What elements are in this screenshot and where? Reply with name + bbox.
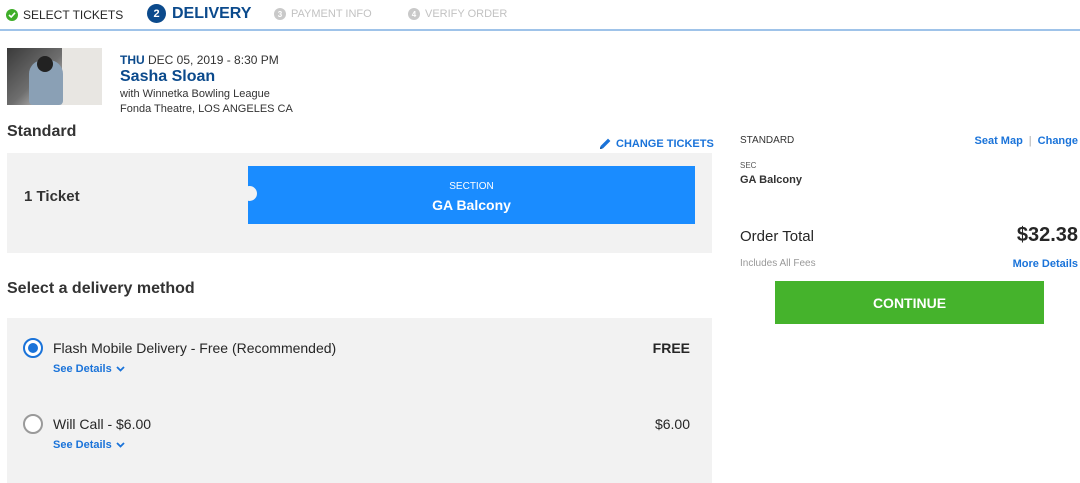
fees-note: Includes All Fees — [740, 258, 816, 269]
ticket-type-heading: Standard — [7, 123, 77, 140]
pencil-icon — [600, 138, 611, 149]
chevron-down-icon — [116, 366, 125, 372]
image-figure-head — [37, 56, 53, 72]
more-details-link[interactable]: More Details — [1013, 258, 1078, 270]
event-date: THU DEC 05, 2019 - 8:30 PM — [120, 53, 279, 67]
step-label: SELECT TICKETS — [23, 8, 124, 22]
step-number: 4 — [408, 8, 420, 20]
delivery-option-label: Flash Mobile Delivery - Free (Recommende… — [53, 340, 337, 356]
delivery-option-price: $6.00 — [654, 416, 690, 432]
checkout-stepper: SELECT TICKETS 2 DELIVERY 3 PAYMENT INFO… — [0, 0, 1080, 31]
step-number: 2 — [147, 4, 166, 23]
delivery-option-label: Will Call - $6.00 — [53, 416, 152, 432]
event-image — [7, 48, 102, 105]
image-background — [62, 48, 102, 105]
delivery-option-flash[interactable]: Flash Mobile Delivery - Free (Recommende… — [7, 335, 712, 405]
delivery-options: Flash Mobile Delivery - Free (Recommende… — [7, 318, 712, 483]
delivery-radio-will-call[interactable] — [23, 414, 43, 434]
event-venue: Fonda Theatre, LOS ANGELES CA — [120, 103, 293, 115]
delivery-option-price: FREE — [652, 340, 690, 356]
change-tickets-link[interactable]: CHANGE TICKETS — [599, 137, 714, 150]
step-label: PAYMENT INFO — [291, 8, 372, 20]
change-link[interactable]: Change — [1038, 135, 1078, 147]
delivery-radio-flash[interactable] — [23, 338, 43, 358]
delivery-heading: Select a delivery method — [7, 280, 195, 297]
see-details-link[interactable]: See Details — [53, 439, 125, 451]
seat-map-link[interactable]: Seat Map — [975, 135, 1023, 147]
checkmark-icon — [6, 9, 18, 21]
ticket-summary-box: 1 Ticket SECTION GA Balcony — [7, 153, 712, 253]
step-number: 3 — [274, 8, 286, 20]
change-tickets-label: CHANGE TICKETS — [616, 137, 714, 150]
chevron-down-icon — [116, 442, 125, 448]
section-value: GA Balcony — [432, 197, 511, 213]
summary-links: Seat Map | Change — [975, 135, 1079, 147]
section-ticket-card: SECTION GA Balcony — [242, 166, 695, 224]
event-datetime: DEC 05, 2019 - 8:30 PM — [148, 53, 279, 67]
event-title: Sasha Sloan — [120, 68, 216, 85]
step-delivery: 2 DELIVERY — [147, 4, 251, 23]
step-label: VERIFY ORDER — [425, 8, 508, 20]
event-day: THU — [120, 53, 145, 67]
link-separator: | — [1028, 135, 1032, 147]
see-details-label: See Details — [53, 439, 112, 451]
section-label: SECTION — [449, 181, 494, 192]
see-details-label: See Details — [53, 363, 112, 375]
summary-sec-label: SEC — [740, 161, 757, 170]
event-support-act: with Winnetka Bowling League — [120, 88, 270, 100]
see-details-link[interactable]: See Details — [53, 363, 125, 375]
delivery-option-will-call[interactable]: Will Call - $6.00 $6.00 See Details — [7, 411, 712, 481]
step-label: DELIVERY — [172, 4, 252, 22]
step-select-tickets[interactable]: SELECT TICKETS — [6, 8, 123, 22]
order-total-label: Order Total — [740, 228, 814, 245]
summary-sec-value: GA Balcony — [740, 174, 802, 186]
step-payment-info: 3 PAYMENT INFO — [274, 8, 372, 20]
ticket-count: 1 Ticket — [24, 188, 80, 205]
order-total-value: $32.38 — [1016, 224, 1078, 246]
summary-ticket-type: STANDARD — [740, 135, 795, 146]
step-verify-order: 4 VERIFY ORDER — [408, 8, 507, 20]
continue-button[interactable]: CONTINUE — [775, 281, 1044, 324]
